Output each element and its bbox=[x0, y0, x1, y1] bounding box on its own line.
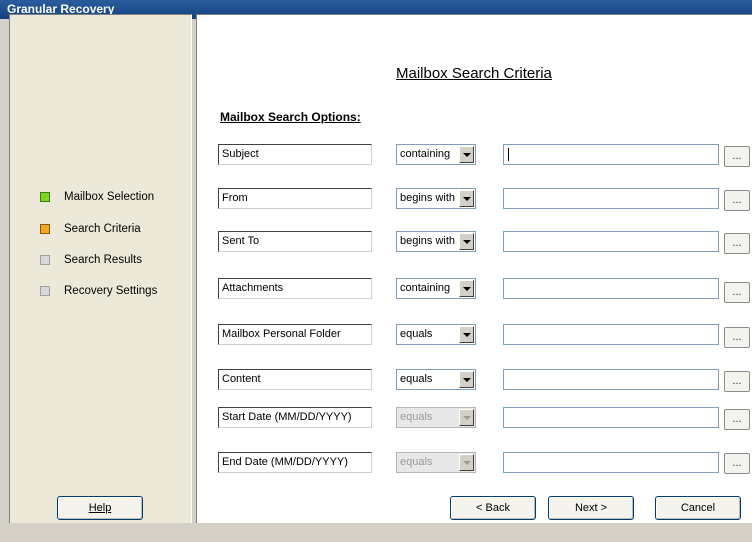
browse-button-end-date[interactable]: ... bbox=[724, 453, 750, 474]
value-input-subject[interactable] bbox=[503, 144, 719, 165]
operator-select-end-date: equals bbox=[396, 452, 476, 473]
step-current-icon bbox=[40, 224, 50, 234]
browse-button-mailbox-personal-folder[interactable]: ... bbox=[724, 327, 750, 348]
dropdown-arrow-icon[interactable] bbox=[459, 371, 474, 388]
criteria-field-mailbox-personal-folder[interactable]: Mailbox Personal Folder bbox=[218, 324, 372, 345]
step-label: Mailbox Selection bbox=[64, 191, 155, 203]
browse-button-from[interactable]: ... bbox=[724, 190, 750, 211]
step-complete-icon bbox=[40, 192, 50, 202]
step-mailbox-selection: Mailbox Selection bbox=[40, 189, 154, 205]
criteria-field-from[interactable]: From bbox=[218, 188, 372, 209]
criteria-field-end-date[interactable]: End Date (MM/DD/YYYY) bbox=[218, 452, 372, 473]
dropdown-arrow-icon[interactable] bbox=[459, 190, 474, 207]
criteria-field-start-date[interactable]: Start Date (MM/DD/YYYY) bbox=[218, 407, 372, 428]
value-input-start-date[interactable] bbox=[503, 407, 719, 428]
browse-button-content[interactable]: ... bbox=[724, 371, 750, 392]
criteria-field-sent-to[interactable]: Sent To bbox=[218, 231, 372, 252]
operator-select-mailbox-personal-folder[interactable]: equals bbox=[396, 324, 476, 345]
step-search-criteria: Search Criteria bbox=[40, 221, 141, 237]
value-input-content[interactable] bbox=[503, 369, 719, 390]
operator-value: equals bbox=[400, 328, 433, 340]
dropdown-arrow-icon[interactable] bbox=[459, 146, 474, 163]
browse-button-subject[interactable]: ... bbox=[724, 146, 750, 167]
text-caret bbox=[508, 148, 509, 161]
operator-select-subject[interactable]: containing bbox=[396, 144, 476, 165]
criteria-field-subject[interactable]: Subject bbox=[218, 144, 372, 165]
value-input-mailbox-personal-folder[interactable] bbox=[503, 324, 719, 345]
step-label: Recovery Settings bbox=[64, 285, 158, 297]
step-label: Search Results bbox=[64, 254, 142, 266]
operator-select-start-date: equals bbox=[396, 407, 476, 428]
operator-select-from[interactable]: begins with bbox=[396, 188, 476, 209]
help-button-label: Help bbox=[88, 502, 112, 514]
value-input-end-date[interactable] bbox=[503, 452, 719, 473]
operator-value: containing bbox=[400, 148, 451, 160]
dropdown-arrow-icon[interactable] bbox=[459, 280, 474, 297]
step-pending-icon bbox=[40, 286, 50, 296]
help-button[interactable]: Help bbox=[57, 496, 143, 520]
search-criteria-pane bbox=[196, 14, 752, 523]
back-button[interactable]: < Back bbox=[450, 496, 536, 520]
operator-value: equals bbox=[400, 373, 433, 385]
dropdown-arrow-icon bbox=[459, 454, 474, 471]
value-input-attachments[interactable] bbox=[503, 278, 719, 299]
step-search-results: Search Results bbox=[40, 252, 142, 268]
operator-value: equals bbox=[400, 456, 433, 468]
operator-value: begins with bbox=[400, 235, 456, 247]
section-subtitle: Mailbox Search Options: bbox=[220, 110, 361, 124]
dropdown-arrow-icon[interactable] bbox=[459, 326, 474, 343]
operator-select-content[interactable]: equals bbox=[396, 369, 476, 390]
value-input-from[interactable] bbox=[503, 188, 719, 209]
wizard-steps-pane: Mailbox Selection Search Criteria Search… bbox=[9, 14, 192, 523]
operator-select-sent-to[interactable]: begins with bbox=[396, 231, 476, 252]
page-title: Mailbox Search Criteria bbox=[396, 65, 552, 82]
cancel-button[interactable]: Cancel bbox=[655, 496, 741, 520]
step-recovery-settings: Recovery Settings bbox=[40, 283, 157, 299]
step-pending-icon bbox=[40, 255, 50, 265]
step-label: Search Criteria bbox=[64, 223, 141, 235]
dropdown-arrow-icon[interactable] bbox=[459, 233, 474, 250]
dropdown-arrow-icon bbox=[459, 409, 474, 426]
value-input-sent-to[interactable] bbox=[503, 231, 719, 252]
browse-button-attachments[interactable]: ... bbox=[724, 282, 750, 303]
browse-button-sent-to[interactable]: ... bbox=[724, 233, 750, 254]
operator-select-attachments[interactable]: containing bbox=[396, 278, 476, 299]
operator-value: equals bbox=[400, 411, 433, 423]
operator-value: begins with bbox=[400, 192, 456, 204]
criteria-field-content[interactable]: Content bbox=[218, 369, 372, 390]
criteria-field-attachments[interactable]: Attachments bbox=[218, 278, 372, 299]
operator-value: containing bbox=[400, 282, 451, 294]
next-button[interactable]: Next > bbox=[548, 496, 634, 520]
browse-button-start-date[interactable]: ... bbox=[724, 409, 750, 430]
